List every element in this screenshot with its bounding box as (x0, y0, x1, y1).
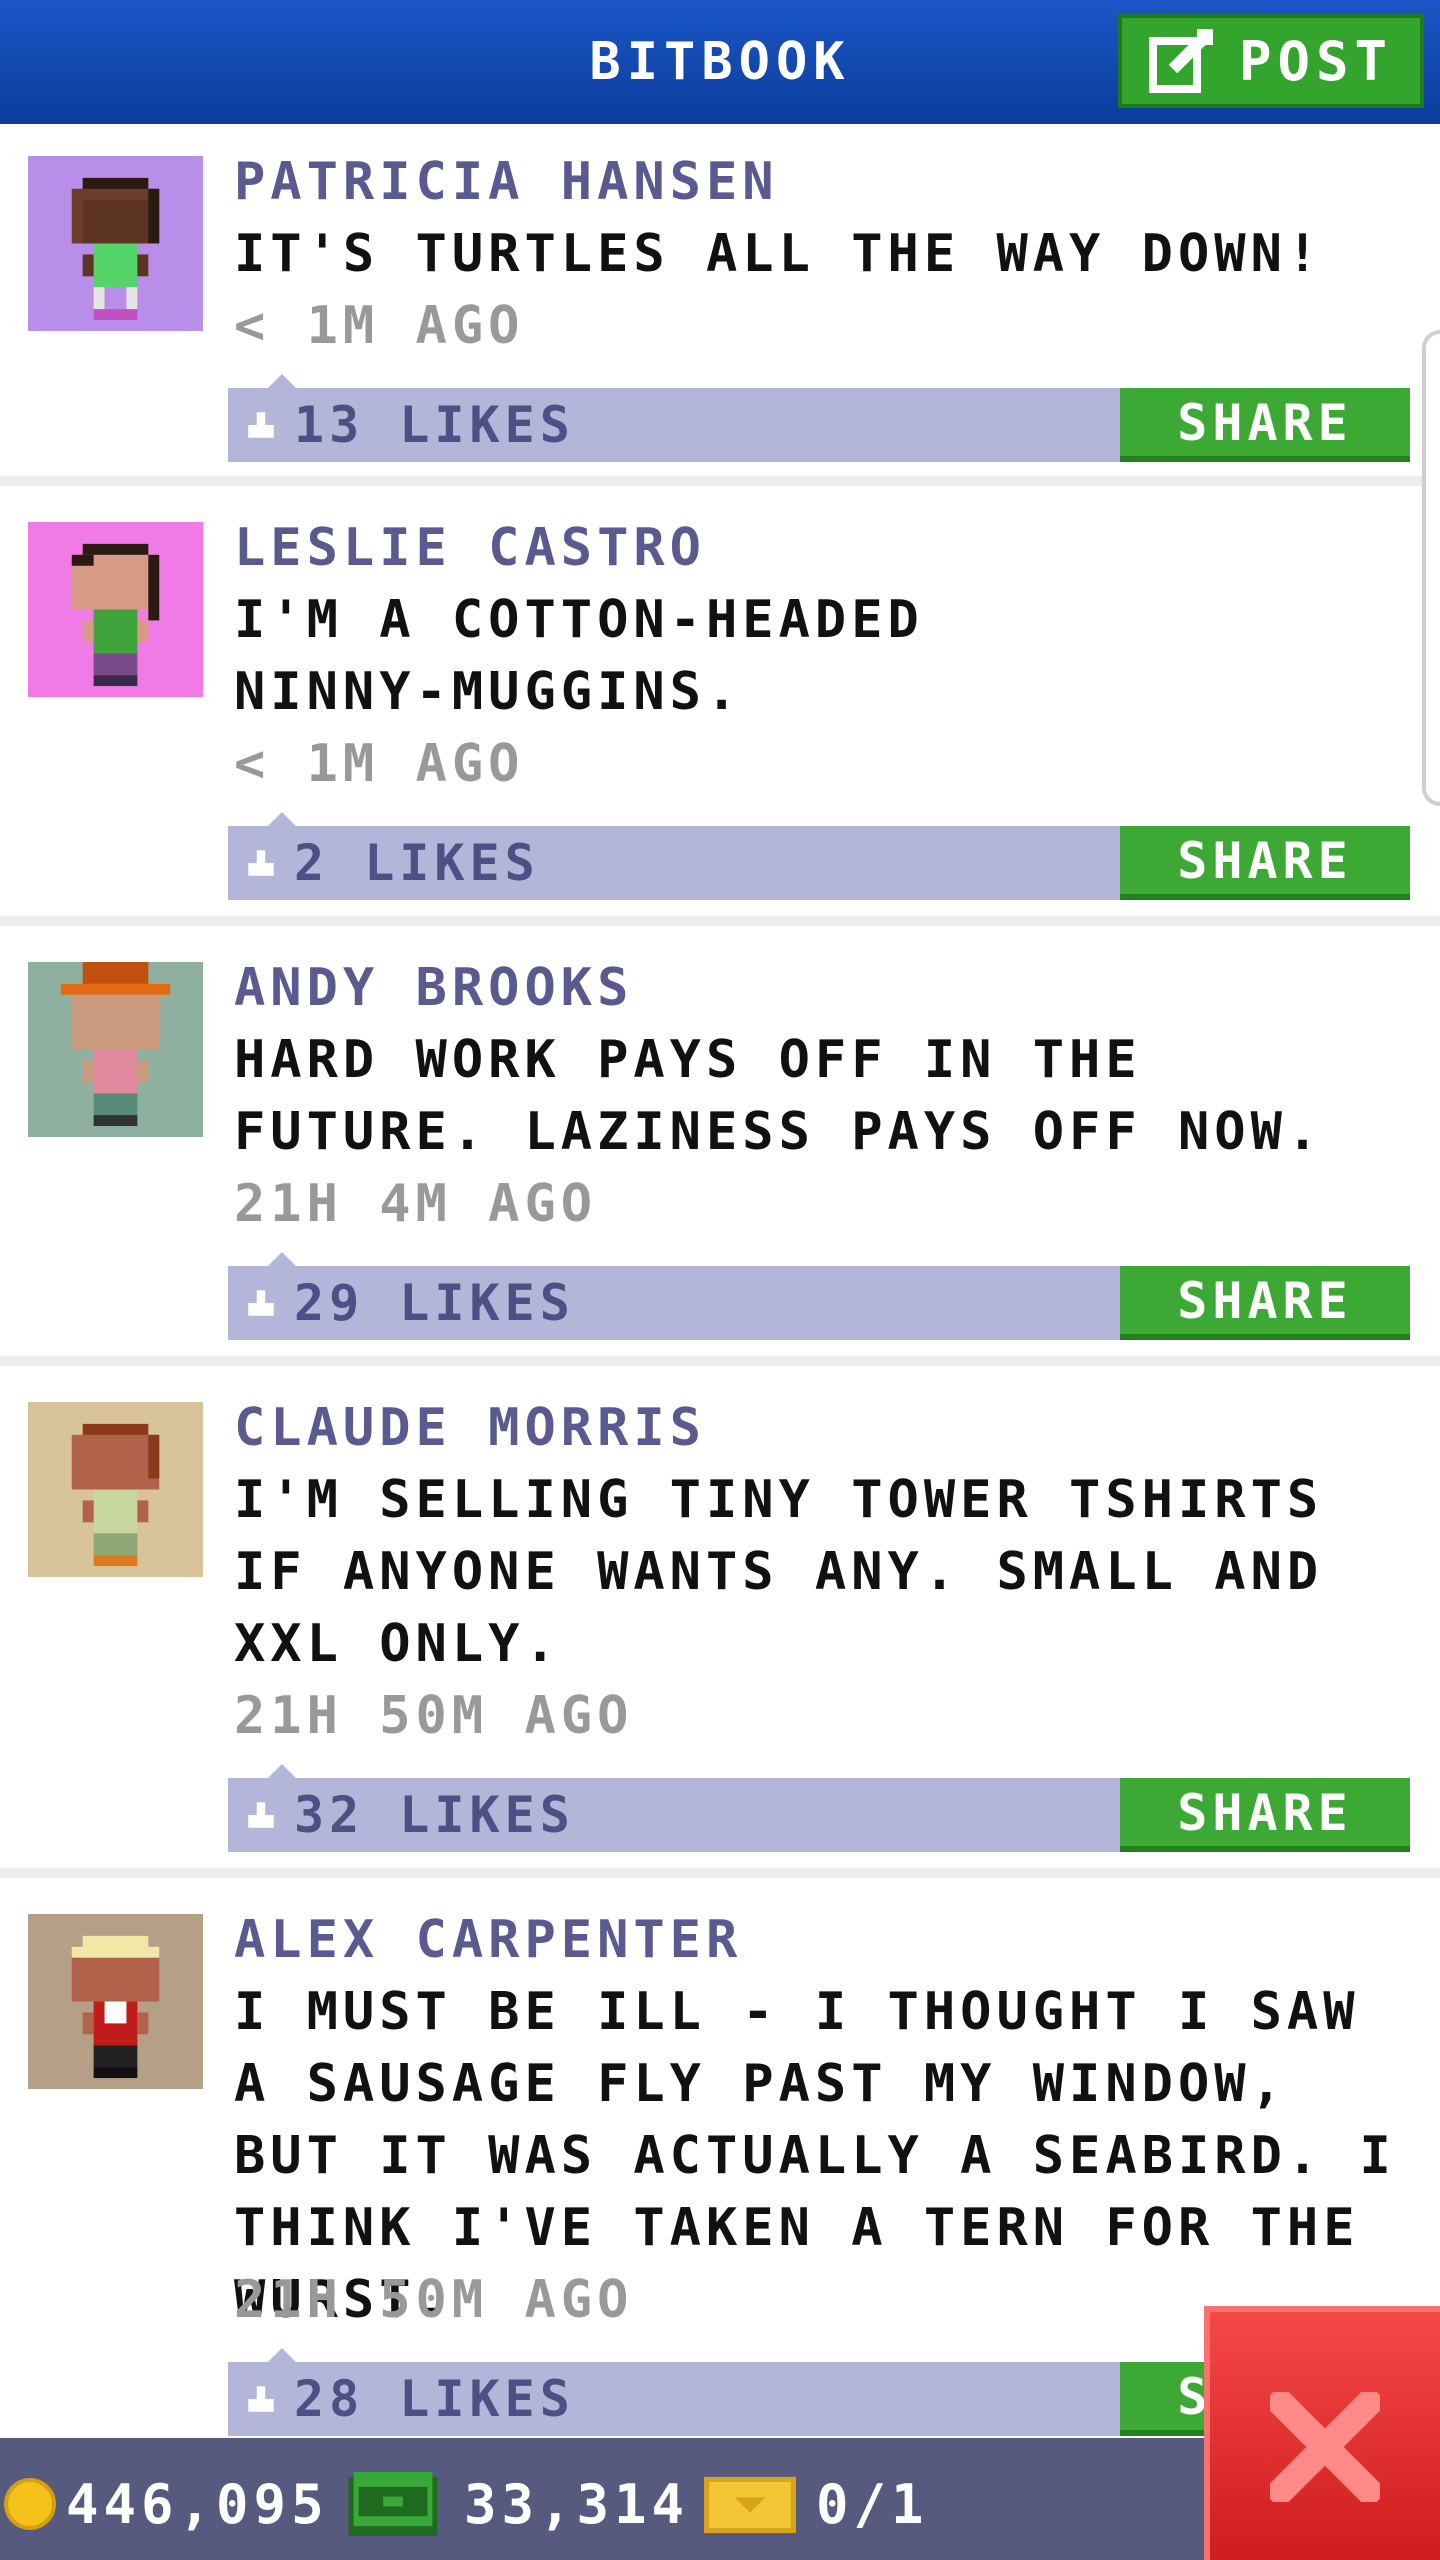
likes-count: 32 LIKES (294, 1786, 575, 1844)
likes-count: 13 LIKES (294, 396, 575, 454)
like-icon (248, 850, 274, 876)
post-time: 21H 50M AGO (234, 1686, 634, 1746)
share-button[interactable]: SHARE (1120, 826, 1410, 900)
post-time: < 1M AGO (234, 734, 525, 794)
coins-value: 446,095 (66, 2473, 329, 2536)
likes-count: 28 LIKES (294, 2370, 575, 2428)
likes-bar: 13 LIKES SHARE (228, 374, 1410, 462)
compose-icon (1148, 29, 1213, 93)
post-author: ANDY BROOKS (234, 958, 634, 1018)
coin-icon (4, 2478, 56, 2530)
close-icon (1270, 2392, 1380, 2502)
post-author: ALEX CARPENTER (234, 1910, 743, 1970)
post-button-label: POST (1238, 29, 1394, 93)
post-card: CLAUDE MORRIS I'M SELLING TINY TOWER TSH… (0, 1366, 1440, 1868)
post-button[interactable]: POST (1118, 14, 1424, 108)
likes-bar: 2 LIKES SHARE (228, 812, 1410, 900)
scrollbar[interactable] (1422, 330, 1440, 806)
post-time: 21H 4M AGO (234, 1174, 598, 1234)
post-card: LESLIE CASTRO I'M A COTTON-HEADED NINNY-… (0, 486, 1440, 916)
like-icon (248, 1802, 274, 1828)
avatar (28, 962, 203, 1137)
post-author: CLAUDE MORRIS (234, 1398, 706, 1458)
likes-bar: 32 LIKES SHARE (228, 1764, 1410, 1852)
bux-icon (348, 2472, 438, 2536)
avatar (28, 1402, 203, 1577)
post-time: 21H 50M AGO (234, 2270, 634, 2330)
avatar (28, 156, 203, 331)
close-button[interactable] (1204, 2306, 1440, 2560)
post-message: IT'S TURTLES ALL THE WAY DOWN! (234, 224, 1324, 284)
like-icon (248, 412, 274, 438)
avatar (28, 1914, 203, 2089)
ticket-icon (704, 2476, 796, 2534)
post-message: I'M SELLING TINY TOWER TSHIRTS IF ANYONE… (234, 1470, 1324, 1674)
post-card: ANDY BROOKS HARD WORK PAYS OFF IN THE FU… (0, 926, 1440, 1356)
post-author: LESLIE CASTRO (234, 518, 706, 578)
share-button[interactable]: SHARE (1120, 1266, 1410, 1340)
likes-bar: 29 LIKES SHARE (228, 1252, 1410, 1340)
divider (0, 1356, 1440, 1366)
likes-count: 2 LIKES (294, 834, 540, 892)
divider (0, 916, 1440, 926)
like-icon (248, 2386, 274, 2412)
share-button[interactable]: SHARE (1120, 1778, 1410, 1852)
tickets-value: 0/1 (816, 2473, 929, 2536)
avatar (28, 522, 203, 697)
divider (0, 476, 1440, 486)
divider (0, 1868, 1440, 1878)
post-time: < 1M AGO (234, 296, 525, 356)
like-icon (248, 1290, 274, 1316)
post-author: PATRICIA HANSEN (234, 152, 779, 212)
post-card: PATRICIA HANSEN IT'S TURTLES ALL THE WAY… (0, 124, 1440, 476)
post-feed[interactable]: PATRICIA HANSEN IT'S TURTLES ALL THE WAY… (0, 124, 1440, 2438)
likes-count: 29 LIKES (294, 1274, 575, 1332)
post-message: I'M A COTTON-HEADED NINNY-MUGGINS. (234, 590, 924, 722)
share-button[interactable]: SHARE (1120, 388, 1410, 462)
post-message: HARD WORK PAYS OFF IN THE FUTURE. LAZINE… (234, 1030, 1324, 1162)
bux-value: 33,314 (464, 2473, 690, 2536)
